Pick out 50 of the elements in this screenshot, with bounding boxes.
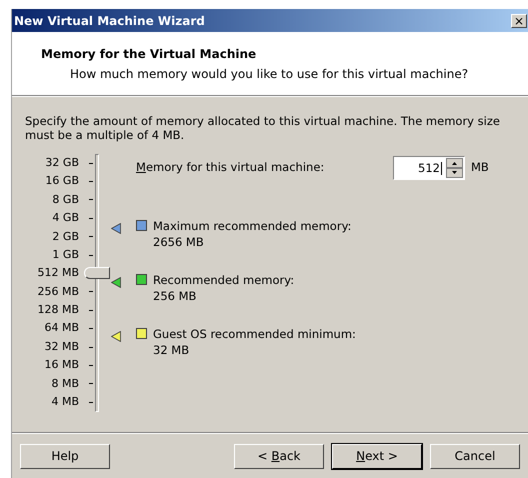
tick-label: 16 GB <box>45 173 79 190</box>
tick-label: 32 MB <box>44 338 79 355</box>
legend-value: 2656 MB <box>153 234 205 250</box>
legend-label: Guest OS recommended minimum: <box>153 326 356 342</box>
wizard-button[interactable]: Next > <box>332 444 422 468</box>
tick-label: 4 GB <box>52 210 79 226</box>
tick-label: 8 GB <box>52 192 79 208</box>
tick-mark <box>89 218 93 219</box>
page-heading: Memory for the Virtual Machine <box>41 46 258 63</box>
tick-label: 8 MB <box>51 376 79 392</box>
tick-mark <box>89 254 93 256</box>
memory-unit: MB <box>471 159 489 176</box>
slider-thumb[interactable] <box>84 266 110 279</box>
tick-mark <box>89 181 93 182</box>
legend-label: Recommended memory: <box>153 272 294 288</box>
memory-value: 512 <box>394 162 442 174</box>
tick-label: 128 MB <box>37 302 79 318</box>
tick-label: 1 GB <box>52 246 79 263</box>
tick-label: 256 MB <box>37 284 79 300</box>
memory-slider[interactable] <box>84 154 110 412</box>
legend-value: 256 MB <box>153 288 198 304</box>
page-subtitle: How much memory would you like to use for this virtual machine? <box>69 66 470 83</box>
tick-mark <box>89 383 93 384</box>
tick-label: 4 MB <box>51 394 79 410</box>
tick-label: 16 MB <box>44 357 79 374</box>
legend-label: Maximum recommended memory: <box>153 218 352 234</box>
spin-up-icon[interactable] <box>446 158 463 168</box>
close-button[interactable]: × <box>511 14 527 28</box>
tick-mark <box>89 310 93 311</box>
wizard-button[interactable]: < Back <box>234 444 324 468</box>
legend-value: 32 MB <box>153 342 190 358</box>
spin-down-icon[interactable] <box>446 168 463 178</box>
tick-mark <box>89 402 93 403</box>
wizard-button[interactable]: Cancel <box>430 444 520 468</box>
tick-mark <box>89 328 93 330</box>
tick-mark <box>89 162 93 164</box>
tick-mark <box>89 346 93 348</box>
tick-label: 32 GB <box>45 154 79 171</box>
description-text: Specify the amount of memory allocated to this virtual machine. The memory size must be a multiple of 4 MB. <box>25 114 501 142</box>
tick-label: 512 MB <box>37 265 79 282</box>
tick-label: 64 MB <box>44 320 79 336</box>
wizard-button[interactable]: Help <box>20 444 110 468</box>
window-title: New Virtual Machine Wizard <box>14 12 205 30</box>
tick-mark <box>89 364 93 366</box>
memory-spinbox[interactable]: 512 <box>393 156 465 180</box>
tick-label: 2 GB <box>52 228 79 244</box>
tick-mark <box>89 236 93 238</box>
tick-mark <box>89 199 93 200</box>
memory-label: Memory for this virtual machine: <box>136 159 326 176</box>
tick-mark <box>89 291 93 292</box>
